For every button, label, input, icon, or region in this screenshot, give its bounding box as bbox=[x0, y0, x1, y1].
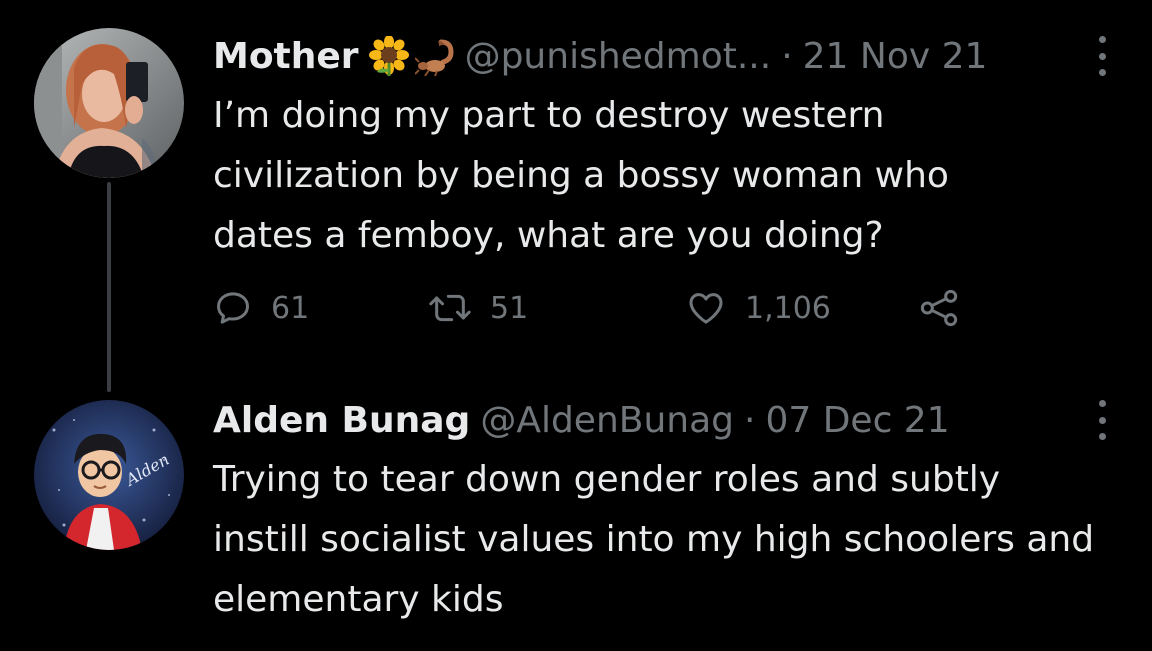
tweet-text: Trying to tear down gender roles and sub… bbox=[213, 459, 1095, 620]
tweet-date[interactable]: 21 Nov 21 bbox=[803, 36, 988, 77]
more-options-icon[interactable] bbox=[1092, 36, 1112, 76]
thread-connector-line bbox=[107, 182, 111, 392]
share-icon bbox=[920, 289, 958, 327]
user-handle[interactable]: @punishedmot... bbox=[465, 36, 772, 77]
reply-icon bbox=[217, 292, 249, 324]
tweet-text: I’m doing my part to destroy western civ… bbox=[213, 95, 949, 256]
share-button[interactable] bbox=[917, 288, 961, 328]
reply-count: 61 bbox=[271, 290, 310, 326]
user-handle[interactable]: @AldenBunag bbox=[480, 400, 734, 441]
like-count: 1,106 bbox=[745, 290, 831, 326]
more-dot bbox=[1098, 433, 1106, 440]
sunflower-emoji bbox=[368, 35, 409, 76]
avatar-mother[interactable] bbox=[34, 28, 184, 178]
retweet-button[interactable]: 51 bbox=[428, 288, 685, 328]
tweet-alden-bunag[interactable]: Alden Bunag @AldenBunag · 07 Dec 21 Tryi… bbox=[213, 392, 1112, 630]
heart-icon bbox=[689, 293, 723, 324]
tweet-header: Mother @punishedmot... · 21 Nov 21 bbox=[213, 28, 1112, 84]
reply-button[interactable]: 61 bbox=[213, 288, 428, 328]
display-name[interactable]: Mother bbox=[213, 36, 359, 77]
more-options-icon[interactable] bbox=[1092, 400, 1112, 440]
retweet-icon bbox=[429, 294, 471, 322]
separator-dot: · bbox=[744, 399, 756, 441]
tweet-mother[interactable]: Mother @punishedmot... · 21 Nov 21 I’m d… bbox=[213, 28, 1112, 327]
retweet-count: 51 bbox=[490, 290, 529, 326]
tweet-header: Alden Bunag @AldenBunag · 07 Dec 21 bbox=[213, 392, 1112, 448]
like-button[interactable]: 1,106 bbox=[685, 288, 917, 328]
more-dot bbox=[1098, 416, 1106, 424]
more-dot bbox=[1098, 69, 1106, 76]
avatar-alden-bunag[interactable]: Alden bbox=[34, 400, 184, 550]
display-name[interactable]: Alden Bunag bbox=[213, 400, 470, 441]
more-dot bbox=[1098, 36, 1106, 43]
tweet-date[interactable]: 07 Dec 21 bbox=[765, 400, 949, 441]
scorpion-emoji bbox=[413, 36, 455, 77]
more-dot bbox=[1098, 52, 1106, 60]
separator-dot: · bbox=[781, 35, 793, 77]
tweet-actions: 61 51 1,106 bbox=[213, 283, 961, 333]
more-dot bbox=[1098, 400, 1106, 407]
